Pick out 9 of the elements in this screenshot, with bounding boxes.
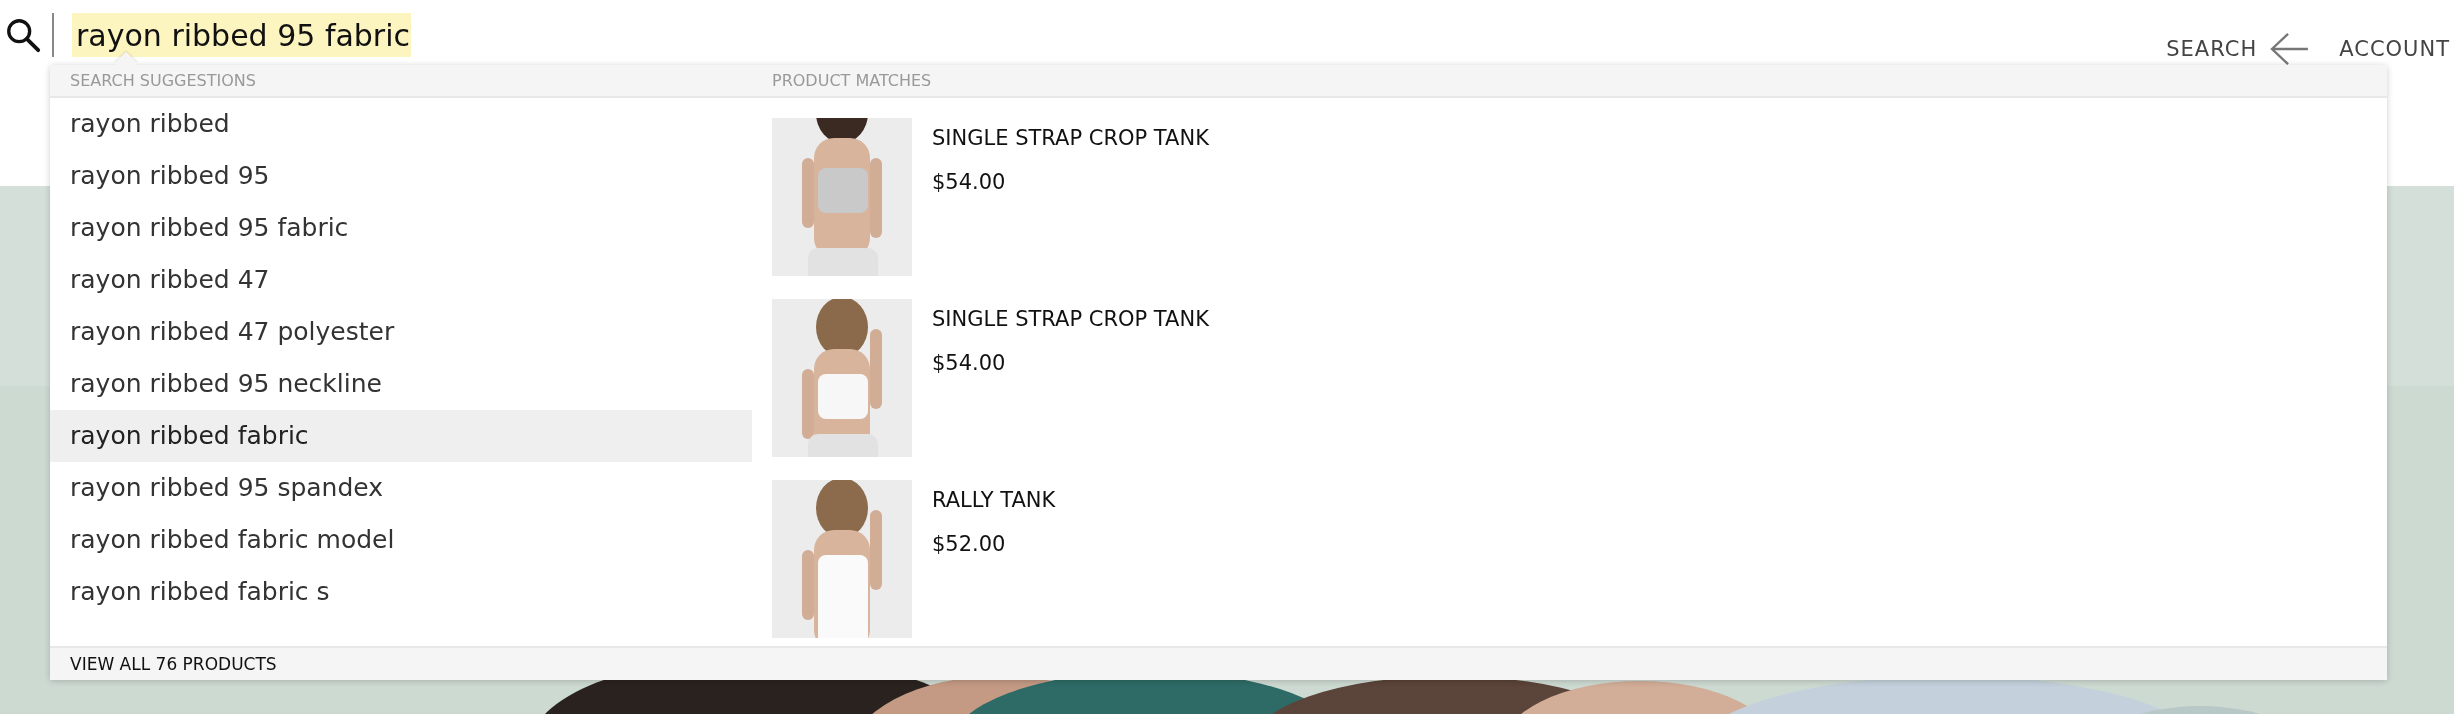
product-name[interactable]: SINGLE STRAP CROP TANK <box>932 126 1209 150</box>
back-arrow-icon[interactable] <box>2269 32 2310 66</box>
products-heading: PRODUCT MATCHES <box>772 71 933 90</box>
suggestion-item[interactable]: rayon ribbed <box>50 98 752 150</box>
suggestions-heading: SEARCH SUGGESTIONS <box>69 71 257 90</box>
search-link[interactable]: SEARCH <box>2166 37 2258 61</box>
search-field[interactable]: rayon ribbed 95 fabric <box>72 13 411 57</box>
search-icon[interactable] <box>4 16 42 54</box>
account-link[interactable]: ACCOUNT <box>2339 37 2450 61</box>
